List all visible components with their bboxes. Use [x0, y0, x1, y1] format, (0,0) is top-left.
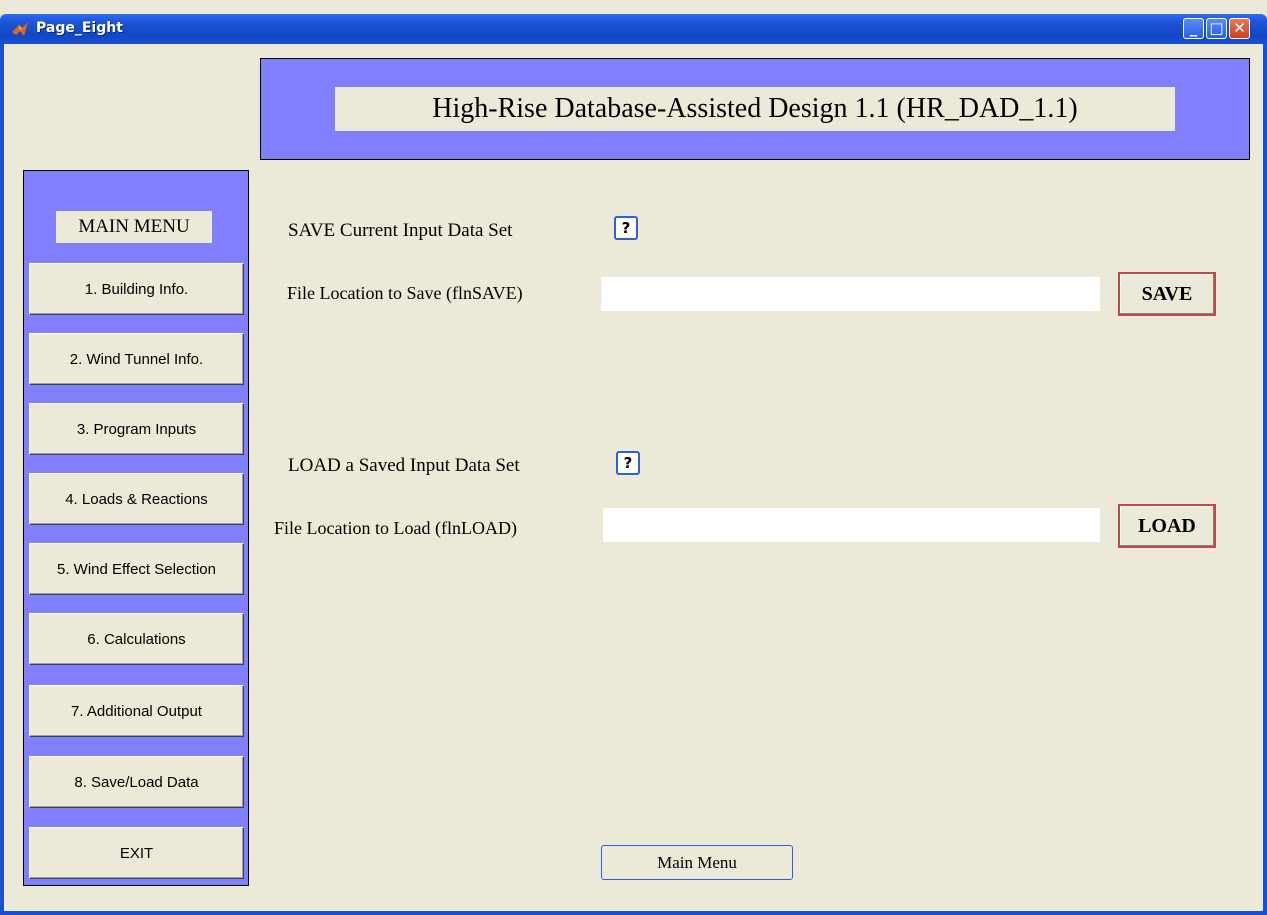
- menu-additional-output-button[interactable]: 7. Additional Output: [29, 685, 244, 737]
- save-file-location-input[interactable]: [601, 277, 1100, 311]
- load-button[interactable]: LOAD: [1118, 504, 1216, 548]
- app-title: High-Rise Database-Assisted Design 1.1 (…: [335, 87, 1175, 131]
- load-field-label: File Location to Load (flnLOAD): [274, 518, 517, 538]
- save-section-title: SAVE Current Input Data Set: [288, 220, 513, 241]
- main-menu-button[interactable]: Main Menu: [601, 845, 793, 880]
- maximize-icon: □: [1209, 19, 1224, 37]
- title-bar[interactable]: Page_Eight _ □ ✕: [0, 14, 1267, 44]
- header-panel: High-Rise Database-Assisted Design 1.1 (…: [260, 58, 1250, 160]
- load-section-title: LOAD a Saved Input Data Set: [288, 455, 520, 476]
- load-help-button[interactable]: ?: [616, 451, 640, 475]
- close-icon: ✕: [1233, 19, 1246, 37]
- load-file-location-input[interactable]: [603, 508, 1100, 542]
- window-frame-right: [1263, 44, 1267, 915]
- main-menu-panel: MAIN MENU 1. Building Info. 2. Wind Tunn…: [23, 170, 249, 886]
- maximize-button[interactable]: □: [1206, 18, 1227, 39]
- exit-button[interactable]: EXIT: [29, 827, 244, 879]
- menu-wind-effect-selection-button[interactable]: 5. Wind Effect Selection: [29, 543, 244, 595]
- minimize-icon: _: [1189, 19, 1198, 37]
- window-frame-bottom: [0, 911, 1267, 915]
- menu-building-info-button[interactable]: 1. Building Info.: [29, 263, 244, 315]
- menu-program-inputs-button[interactable]: 3. Program Inputs: [29, 403, 244, 455]
- save-help-button[interactable]: ?: [614, 216, 638, 240]
- menu-loads-reactions-button[interactable]: 4. Loads & Reactions: [29, 473, 244, 525]
- help-icon: ?: [621, 219, 631, 237]
- help-icon: ?: [623, 454, 633, 472]
- window-title: Page_Eight: [36, 20, 123, 36]
- app-window: Page_Eight _ □ ✕ High-Rise Database-Assi…: [0, 0, 1267, 915]
- save-button[interactable]: SAVE: [1118, 272, 1216, 316]
- main-menu-heading: MAIN MENU: [56, 211, 212, 243]
- close-button[interactable]: ✕: [1229, 18, 1250, 39]
- menu-calculations-button[interactable]: 6. Calculations: [29, 613, 244, 665]
- minimize-button[interactable]: _: [1183, 18, 1204, 39]
- matlab-icon: [12, 22, 28, 36]
- window-frame-left: [0, 44, 4, 915]
- save-field-label: File Location to Save (flnSAVE): [287, 283, 523, 303]
- menu-wind-tunnel-info-button[interactable]: 2. Wind Tunnel Info.: [29, 333, 244, 385]
- menu-save-load-data-button[interactable]: 8. Save/Load Data: [29, 756, 244, 808]
